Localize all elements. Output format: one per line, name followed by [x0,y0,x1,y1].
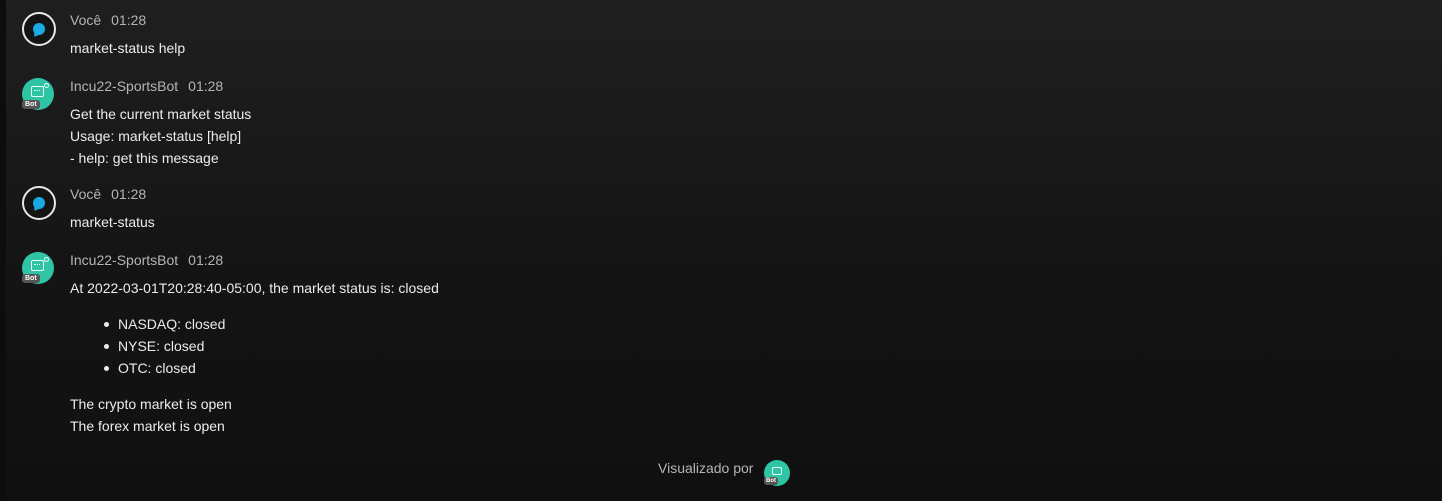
robot-icon [31,260,44,271]
message-header: Você 01:28 [70,186,146,202]
robot-icon [772,467,782,475]
chat-bubble-icon [33,23,45,35]
bot-badge: Bot [764,477,778,485]
market-list: NASDAQ: closed NYSE: closed OTC: closed [0,313,439,379]
message-body: market-status help [70,37,185,59]
message-line: Usage: market-status [help] [70,128,242,144]
read-receipt-avatar[interactable]: Bot [764,460,790,486]
message-line: The crypto market is open [70,396,232,412]
author-name[interactable]: Incu22-SportsBot [70,78,178,94]
bot-badge: Bot [22,274,40,283]
robot-icon [31,86,44,97]
chat-bubble-icon [33,197,45,209]
message-time: 01:28 [188,78,224,94]
message-line: Get the current market status [70,106,252,122]
left-rail [0,0,6,501]
bot-avatar[interactable]: Bot [22,252,54,284]
message-time: 01:28 [188,252,224,268]
message-line: market-status [70,214,155,230]
author-name[interactable]: Você [70,12,101,28]
message-header: Incu22-SportsBot 01:28 [70,78,223,94]
read-receipt-label: Visualizado por [658,460,754,476]
user-avatar[interactable] [22,12,56,46]
author-name[interactable]: Incu22-SportsBot [70,252,178,268]
message-intro: At 2022-03-01T20:28:40-05:00, the market… [70,280,439,296]
bot-badge: Bot [22,100,40,109]
message-body: At 2022-03-01T20:28:40-05:00, the market… [70,277,439,437]
message-time: 01:28 [111,12,147,28]
message-header: Você 01:28 [70,12,146,28]
message-body: market-status [70,211,155,233]
message-time: 01:28 [111,186,147,202]
message-header: Incu22-SportsBot 01:28 [70,252,223,268]
bot-avatar[interactable]: Bot [22,78,54,110]
antenna-icon [44,257,49,262]
user-avatar[interactable] [22,186,56,220]
message-body: Get the current market status Usage: mar… [70,103,251,169]
list-item: NASDAQ: closed [0,313,439,335]
list-item: OTC: closed [0,357,439,379]
message-line: - help: get this message [70,150,219,166]
antenna-icon [44,83,49,88]
message-line: market-status help [70,40,186,56]
list-item: NYSE: closed [0,335,439,357]
author-name[interactable]: Você [70,186,101,202]
message-line: The forex market is open [70,418,225,434]
